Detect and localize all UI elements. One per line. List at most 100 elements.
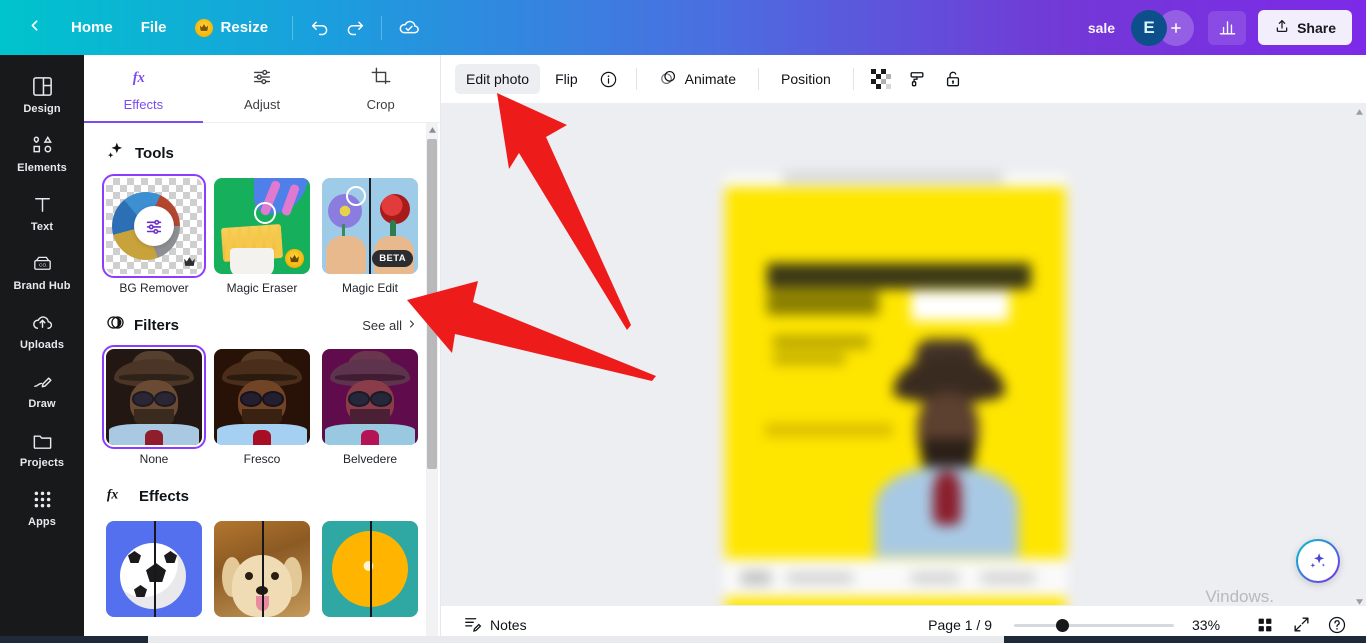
sidebar-item-brand-hub[interactable]: CO. Brand Hub (4, 242, 80, 299)
sidebar-item-label: Draw (28, 398, 56, 410)
sidebar-item-label: Brand Hub (13, 280, 71, 292)
zoom-slider-track (1014, 623, 1174, 627)
sidebar-item-projects[interactable]: Projects (4, 419, 80, 476)
portrait-preview (106, 349, 202, 445)
filter-thumbnail[interactable] (214, 349, 310, 445)
fullscreen-expand-icon[interactable] (1286, 610, 1316, 640)
tool-thumbnail[interactable]: BETA (322, 178, 418, 274)
sidebar-item-label: Projects (19, 457, 65, 469)
design-page[interactable] (723, 173, 1068, 639)
redo-icon[interactable] (337, 11, 371, 45)
hand-art (326, 236, 366, 274)
zoom-slider-handle[interactable] (1056, 618, 1069, 632)
insights-icon[interactable] (1208, 10, 1247, 45)
tab-effects[interactable]: fx Effects (84, 55, 203, 123)
animate-button[interactable]: Animate (648, 61, 747, 97)
filter-belvedere[interactable]: Belvedere (322, 349, 418, 466)
poster-portrait-image[interactable] (875, 339, 1019, 557)
file-label: File (140, 19, 167, 36)
tool-magic-eraser[interactable]: Magic Eraser (214, 178, 310, 295)
sidebar-item-design[interactable]: Design (4, 65, 80, 122)
design-canvas[interactable]: Vindows. (441, 103, 1366, 643)
filter-thumbnail[interactable] (322, 349, 418, 445)
crown-icon (194, 18, 213, 37)
undo-icon[interactable] (303, 11, 337, 45)
layout-grid-icon (31, 74, 54, 98)
section-title: Effects (139, 488, 190, 505)
flip-button[interactable]: Flip (544, 64, 589, 94)
poster-contact-strip (741, 569, 1041, 591)
unlock-icon[interactable] (937, 63, 969, 95)
sparkle-ai-icon[interactable] (1296, 539, 1340, 583)
toolbar-divider-2 (381, 15, 383, 40)
avatar[interactable]: E (1131, 9, 1168, 46)
editor-divider-3 (852, 68, 854, 90)
filter-fresco[interactable]: Fresco (214, 349, 310, 466)
design-title[interactable]: sale (1088, 20, 1115, 36)
zoom-level-value[interactable]: 33% (1192, 617, 1226, 633)
info-circle-icon[interactable] (593, 63, 625, 95)
paint-roller-icon[interactable] (901, 63, 933, 95)
effect-thumbnail[interactable] (322, 521, 418, 617)
canvas-vertical-scrollbar[interactable] (1352, 103, 1366, 643)
see-all-label: See all (362, 317, 402, 333)
help-question-icon[interactable] (1322, 610, 1352, 640)
rose-bloom (380, 194, 410, 224)
transparency-checker-icon[interactable] (865, 63, 897, 95)
tool-magic-edit[interactable]: BETA Magic Edit (322, 178, 418, 295)
cloud-saved-icon[interactable] (392, 11, 426, 45)
text-t-icon (31, 192, 54, 216)
effect-thumbnail[interactable] (106, 521, 202, 617)
effect-item-3[interactable] (322, 521, 418, 617)
effect-item-2[interactable] (214, 521, 310, 617)
page-indicator[interactable]: Page 1 / 9 (928, 617, 992, 633)
sidebar-item-elements[interactable]: Elements (4, 124, 80, 181)
poster-headline (767, 263, 1031, 289)
dog-eye (245, 572, 253, 580)
zoom-slider[interactable] (1014, 617, 1174, 633)
share-button[interactable]: Share (1258, 10, 1352, 45)
effect-item-1[interactable] (106, 521, 202, 617)
tool-thumbnail[interactable] (214, 178, 310, 274)
tab-adjust[interactable]: Adjust (203, 55, 322, 122)
position-button[interactable]: Position (770, 64, 842, 94)
sidebar-item-apps[interactable]: Apps (4, 478, 80, 535)
see-all-filters-link[interactable]: See all (362, 318, 418, 333)
split-divider (370, 521, 372, 617)
scroll-up-arrow[interactable] (426, 123, 438, 137)
poster-body-text (773, 335, 869, 349)
filter-label: None (139, 452, 169, 466)
filter-none[interactable]: None (102, 345, 206, 466)
portrait-preview (322, 349, 418, 445)
resize-button[interactable]: Resize (181, 12, 283, 44)
glasses (347, 391, 393, 407)
back-icon[interactable] (26, 17, 43, 38)
sidebar-item-draw[interactable]: Draw (4, 360, 80, 417)
file-menu-button[interactable]: File (127, 12, 181, 43)
pen-draw-icon (31, 369, 54, 393)
crown-icon (285, 249, 304, 268)
sparkle-icon (106, 141, 126, 166)
sidebar-item-text[interactable]: Text (4, 183, 80, 240)
apps-grid-icon (32, 487, 53, 511)
tool-thumbnail[interactable] (102, 174, 206, 278)
svg-text:fx: fx (107, 486, 119, 501)
filter-label: Belvedere (342, 452, 398, 466)
tool-bg-remover[interactable]: BG Remover (102, 174, 206, 295)
top-toolbar: Home File Resize sale E Share (0, 0, 1366, 55)
poster-body-text (773, 353, 845, 365)
poster-white-block (911, 291, 1009, 321)
scrollbar-thumb[interactable] (427, 139, 437, 469)
editor-divider-1 (635, 68, 637, 90)
filter-thumbnail[interactable] (102, 345, 206, 449)
sidebar-item-uploads[interactable]: Uploads (4, 301, 80, 358)
edit-photo-button[interactable]: Edit photo (455, 64, 541, 94)
effect-thumbnail[interactable] (214, 521, 310, 617)
panel-scrollbar[interactable] (426, 123, 438, 643)
home-button[interactable]: Home (57, 12, 127, 43)
brand-card-icon: CO. (31, 251, 54, 275)
triangle-up-icon[interactable] (1352, 105, 1366, 119)
animate-circles-icon (659, 68, 678, 90)
tab-crop[interactable]: Crop (321, 55, 440, 122)
grid-view-icon[interactable] (1250, 610, 1280, 640)
